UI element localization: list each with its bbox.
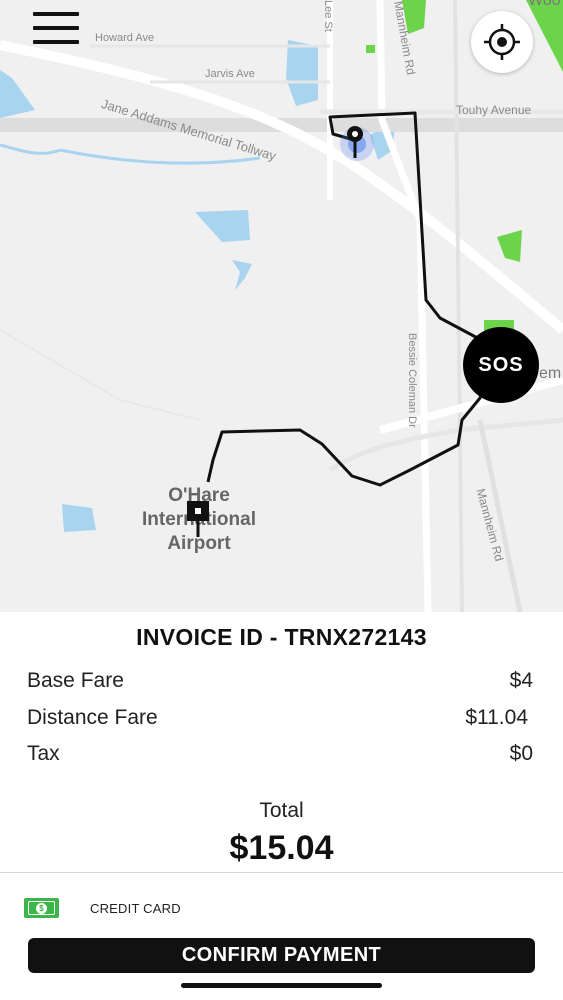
road <box>453 0 464 612</box>
fare-label: Tax <box>27 742 60 765</box>
crosshair-icon <box>484 24 520 60</box>
water-area <box>195 210 250 242</box>
home-indicator[interactable] <box>181 983 382 988</box>
road <box>0 329 201 421</box>
street-label-howard: Howard Ave <box>95 32 155 44</box>
hamburger-menu-icon <box>33 12 79 16</box>
fare-value: $4 <box>509 669 533 692</box>
water-area <box>0 70 35 118</box>
fare-label: Distance Fare <box>27 706 158 729</box>
cash-icon: $ <box>24 898 59 918</box>
road <box>0 40 563 334</box>
cash-icon-coin: $ <box>36 903 47 914</box>
fare-label: Base Fare <box>27 669 124 692</box>
payment-method-label: CREDIT CARD <box>90 900 181 916</box>
total-label: Total <box>259 799 304 822</box>
water-area <box>286 40 318 106</box>
confirm-payment-button[interactable]: CONFIRM PAYMENT <box>28 938 535 973</box>
invoice-panel: INVOICE ID - TRNX272143 Base Fare $4 Dis… <box>0 612 563 1000</box>
map-view[interactable]: Howard Ave Jarvis Ave Jane Addams Memori… <box>0 0 563 612</box>
fare-value: $0 <box>509 742 533 765</box>
street-label-lee: Lee St <box>322 0 334 32</box>
road <box>376 0 432 612</box>
water-area <box>232 260 252 290</box>
park-area <box>366 45 375 53</box>
road <box>328 417 563 473</box>
hamburger-bar <box>33 26 79 30</box>
place-label-woo: Woo <box>528 0 561 9</box>
invoice-title: INVOICE ID - TRNX272143 <box>136 624 427 650</box>
place-label-em: em <box>539 365 562 382</box>
payment-method-selector[interactable]: $ CREDIT CARD <box>24 896 181 920</box>
recenter-location-button[interactable] <box>471 11 533 73</box>
park-area <box>497 230 522 262</box>
street-label-jarvis: Jarvis Ave <box>205 68 255 80</box>
fare-row-tax: Tax $0 <box>27 742 533 770</box>
fare-row-base: Base Fare $4 <box>27 669 533 697</box>
creek <box>59 148 261 165</box>
street-label-touhy: Touhy Avenue <box>456 103 532 117</box>
sos-button[interactable]: SOS <box>463 327 539 403</box>
menu-button[interactable] <box>33 12 79 46</box>
divider <box>0 872 563 873</box>
street-label-bessie-coleman: Bessie Coleman Dr <box>406 333 418 428</box>
water-area <box>62 504 96 532</box>
fare-row-distance: Distance Fare $11.04 <box>27 706 528 734</box>
creek <box>0 143 61 155</box>
dropoff-flag-icon[interactable] <box>186 500 212 538</box>
map-base <box>0 0 563 612</box>
pickup-pin-icon[interactable] <box>337 122 377 164</box>
total-amount: $15.04 <box>229 829 334 867</box>
fare-value: $11.04 <box>465 706 528 729</box>
hamburger-bar <box>33 40 79 44</box>
